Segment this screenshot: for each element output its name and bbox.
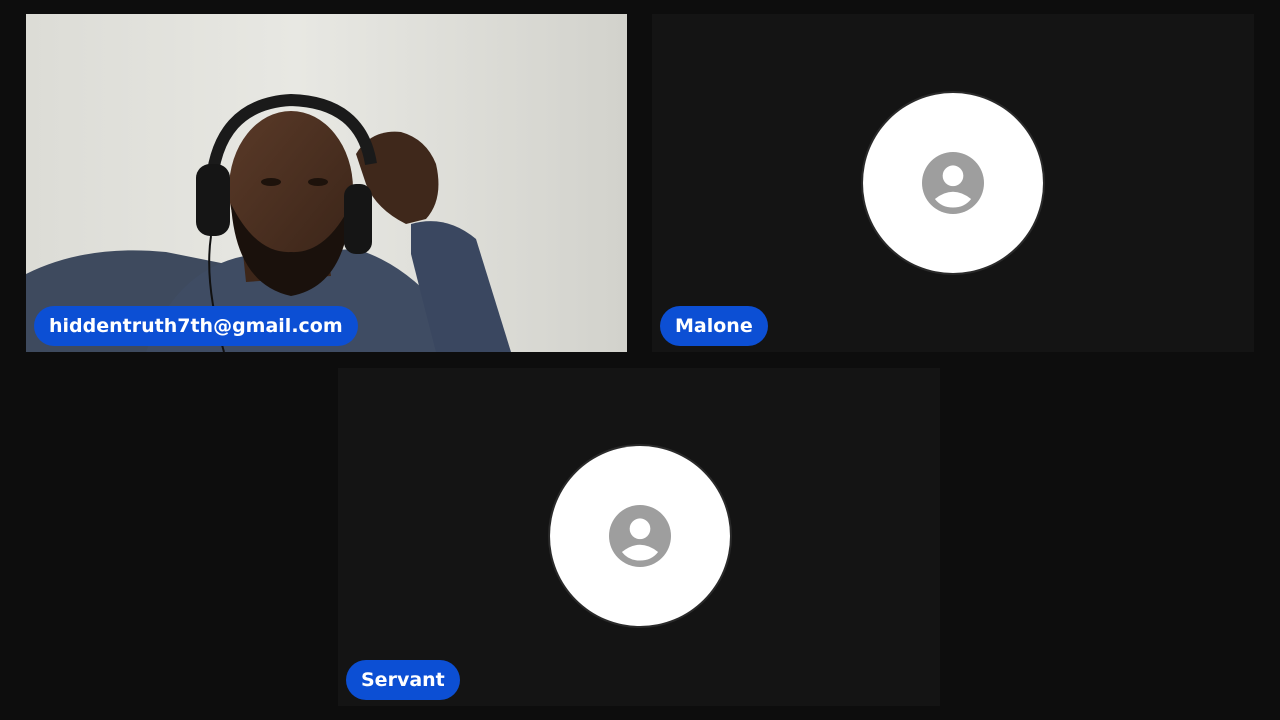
participant-name-tag: hiddentruth7th@gmail.com [34,306,358,346]
participant-name-tag: Servant [346,660,460,700]
participant-tile-1[interactable]: hiddentruth7th@gmail.com [26,14,627,352]
avatar [863,93,1043,273]
participant-tile-2[interactable]: Malone [652,14,1254,352]
participant-tile-3[interactable]: Servant [338,368,940,706]
participant-video-feed [26,14,627,352]
video-call-grid: hiddentruth7th@gmail.com Malone Servant [0,0,1280,720]
person-placeholder-icon [609,505,671,567]
avatar [550,446,730,626]
person-placeholder-icon [922,152,984,214]
participant-name-tag: Malone [660,306,768,346]
